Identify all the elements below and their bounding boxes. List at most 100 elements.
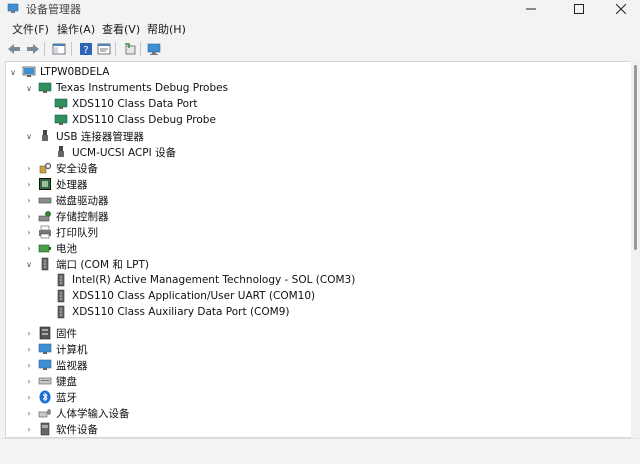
forward-button[interactable] bbox=[25, 41, 40, 56]
category-firmware[interactable]: › 固件 bbox=[24, 325, 77, 341]
category-print-queues[interactable]: › 打印队列 bbox=[24, 224, 98, 240]
properties-icon bbox=[97, 43, 110, 54]
category-processors[interactable]: › 处理器 bbox=[24, 176, 88, 192]
device-xds110-debug-probe[interactable]: XDS110 Class Debug Probe bbox=[54, 112, 216, 128]
chevron-right-icon[interactable]: › bbox=[24, 192, 34, 208]
title-bar: 设备管理器 bbox=[0, 0, 640, 17]
vertical-scrollbar[interactable] bbox=[631, 61, 640, 438]
device-xds110-uart-com10[interactable]: XDS110 Class Application/User UART (COM1… bbox=[54, 288, 315, 304]
menu-file[interactable]: 文件(F) bbox=[12, 21, 49, 37]
category-ti-debug-probes[interactable]: ∨ Texas Instruments Debug Probes bbox=[24, 80, 228, 96]
chevron-right-icon[interactable]: › bbox=[24, 325, 34, 341]
security-icon bbox=[39, 162, 52, 174]
toolbar-separator bbox=[115, 42, 116, 56]
chevron-right-icon[interactable]: › bbox=[24, 160, 34, 176]
chevron-right-icon[interactable]: › bbox=[24, 405, 34, 421]
chevron-right-icon[interactable]: › bbox=[24, 240, 34, 256]
scan-hardware-icon bbox=[147, 43, 160, 55]
scrollbar-thumb[interactable] bbox=[634, 65, 637, 250]
chevron-down-icon[interactable]: ∨ bbox=[24, 128, 34, 144]
usb-icon bbox=[58, 146, 64, 157]
category-security-devices[interactable]: › 安全设备 bbox=[24, 160, 98, 176]
properties-button[interactable] bbox=[96, 41, 111, 56]
help-icon: ? bbox=[79, 42, 92, 56]
battery-icon bbox=[38, 244, 51, 253]
monitor-icon bbox=[38, 359, 52, 370]
show-hide-console-tree-button[interactable] bbox=[51, 41, 66, 56]
software-icon bbox=[40, 422, 50, 436]
port-icon bbox=[57, 305, 65, 319]
category-computer[interactable]: › 计算机 bbox=[24, 341, 87, 357]
toolbar-separator bbox=[44, 42, 45, 56]
console-tree-icon bbox=[52, 43, 65, 54]
category-disk-drives[interactable]: › 磁盘驱动器 bbox=[24, 192, 108, 208]
chevron-right-icon[interactable]: › bbox=[24, 224, 34, 240]
forward-arrow-icon bbox=[26, 43, 39, 54]
chevron-right-icon[interactable]: › bbox=[24, 208, 34, 224]
device-xds110-aux-com9[interactable]: XDS110 Class Auxiliary Data Port (COM9) bbox=[54, 304, 289, 320]
close-icon bbox=[616, 3, 626, 14]
category-batteries[interactable]: › 电池 bbox=[24, 240, 77, 256]
toolbar-separator bbox=[140, 42, 141, 56]
device-manager-icon bbox=[7, 3, 19, 13]
tree-root[interactable]: ∨ LTPW0BDELA bbox=[8, 64, 109, 80]
chevron-right-icon[interactable]: › bbox=[24, 341, 34, 357]
toolbar-separator bbox=[71, 42, 72, 56]
device-intel-amt-sol-com3[interactable]: Intel(R) Active Management Technology - … bbox=[54, 272, 355, 288]
keyboard-icon bbox=[38, 377, 52, 385]
maximize-icon bbox=[574, 3, 584, 14]
scan-hardware-button[interactable] bbox=[146, 41, 161, 56]
category-monitors[interactable]: › 监视器 bbox=[24, 357, 87, 373]
bluetooth-icon bbox=[39, 390, 51, 404]
computer-icon bbox=[38, 343, 52, 354]
monitor-icon bbox=[54, 98, 68, 109]
category-keyboards[interactable]: › 键盘 bbox=[24, 373, 77, 389]
back-arrow-icon bbox=[7, 43, 20, 54]
close-button[interactable] bbox=[598, 0, 640, 17]
menu-view[interactable]: 查看(V) bbox=[102, 21, 140, 37]
minimize-button[interactable] bbox=[508, 0, 554, 17]
device-tree: ∨ LTPW0BDELA ∨ Texas Instruments Debug P… bbox=[5, 61, 631, 438]
monitor-icon bbox=[54, 114, 68, 125]
disk-icon bbox=[38, 197, 52, 204]
chevron-down-icon[interactable]: ∨ bbox=[24, 256, 34, 272]
root-label: LTPW0BDELA bbox=[40, 66, 110, 78]
computer-icon bbox=[22, 66, 36, 77]
minimize-icon bbox=[526, 8, 536, 9]
update-driver-button[interactable] bbox=[122, 41, 137, 56]
chevron-down-icon[interactable]: ∨ bbox=[24, 80, 34, 96]
menu-action[interactable]: 操作(A) bbox=[57, 21, 95, 37]
help-button[interactable]: ? bbox=[78, 41, 93, 56]
chevron-down-icon[interactable]: ∨ bbox=[8, 64, 18, 80]
category-bluetooth[interactable]: › 蓝牙 bbox=[24, 389, 77, 405]
status-bar bbox=[0, 438, 640, 464]
port-icon bbox=[57, 273, 65, 287]
menu-help[interactable]: 帮助(H) bbox=[147, 21, 186, 37]
category-hid[interactable]: › 人体学输入设备 bbox=[24, 405, 129, 421]
chevron-right-icon[interactable]: › bbox=[24, 389, 34, 405]
svg-text:?: ? bbox=[83, 45, 88, 56]
menu-bar: 文件(F) 操作(A) 查看(V) 帮助(H) bbox=[0, 17, 640, 39]
device-ucm-ucsi-acpi[interactable]: UCM-UCSI ACPI 设备 bbox=[54, 144, 176, 160]
usb-icon bbox=[42, 130, 48, 141]
chevron-right-icon[interactable]: › bbox=[24, 176, 34, 192]
processor-icon bbox=[39, 178, 51, 190]
update-driver-icon bbox=[124, 42, 135, 54]
back-button[interactable] bbox=[6, 41, 21, 56]
category-ports[interactable]: ∨ 端口 (COM 和 LPT) bbox=[24, 256, 149, 272]
printer-icon bbox=[39, 225, 51, 239]
toolbar: ? bbox=[0, 39, 640, 59]
monitor-icon bbox=[38, 82, 52, 93]
firmware-icon bbox=[39, 326, 51, 340]
chevron-right-icon[interactable]: › bbox=[24, 373, 34, 389]
port-icon bbox=[41, 257, 49, 271]
category-storage-controllers[interactable]: › 存储控制器 bbox=[24, 208, 108, 224]
chevron-right-icon[interactable]: › bbox=[24, 421, 34, 437]
category-usb-connector-managers[interactable]: ∨ USB 连接器管理器 bbox=[24, 128, 144, 144]
chevron-right-icon[interactable]: › bbox=[24, 357, 34, 373]
category-software-devices[interactable]: › 软件设备 bbox=[24, 421, 98, 437]
storage-icon bbox=[38, 211, 51, 222]
window-title: 设备管理器 bbox=[26, 3, 81, 16]
device-xds110-data-port[interactable]: XDS110 Class Data Port bbox=[54, 96, 198, 112]
maximize-button[interactable] bbox=[556, 0, 602, 17]
